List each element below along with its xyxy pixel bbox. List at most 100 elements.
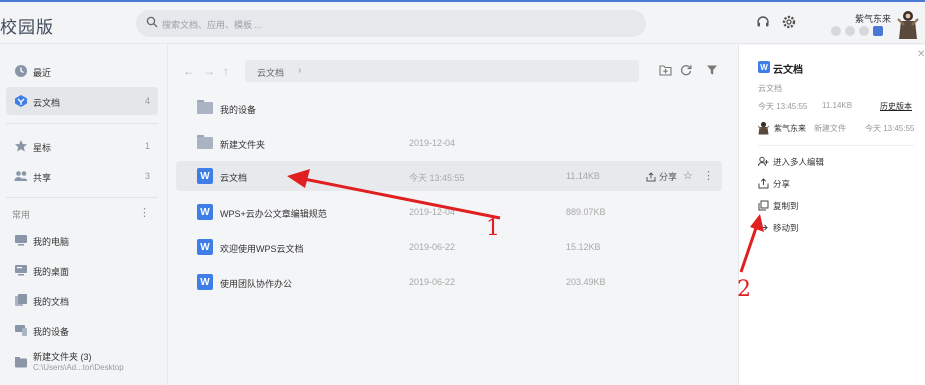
sidebar-item-label: 星标 [33, 143, 52, 153]
search-box[interactable]: 搜索文档、应用、模板 ... [136, 10, 646, 37]
top-bar: 校园版 搜索文档、应用、模板 ... 紫气东来 [0, 2, 925, 44]
file-date: 2019-06-22 [409, 277, 456, 287]
file-size: 11.14KB [566, 171, 600, 181]
file-row[interactable]: W 欢迎使用WPS云文档 2019-06-22 15.12KB [176, 232, 722, 262]
share-icon [646, 171, 656, 181]
share-users-icon [14, 169, 28, 183]
user-name[interactable]: 紫气东来 [855, 12, 891, 25]
back-arrow-icon[interactable]: ← [183, 64, 195, 78]
multi-edit-icon [758, 156, 769, 167]
file-date: 今天 13:45:55 [409, 173, 465, 183]
divider [758, 145, 914, 146]
gear-icon[interactable] [782, 15, 796, 31]
file-row[interactable]: 新建文件夹 2019-12-04 [176, 128, 722, 158]
sidebar-item-count: 3 [144, 171, 150, 181]
sidebar-item-my-desktop[interactable]: 我的桌面 [6, 256, 158, 284]
new-folder-icon[interactable] [659, 64, 672, 78]
share-label: 分享 [659, 172, 678, 182]
move-icon [758, 222, 769, 233]
copy-icon [758, 200, 769, 211]
desktop-icon [14, 263, 28, 277]
folder-icon [197, 135, 213, 151]
file-list-area: ← → ↑ 云文档 › 我的设备 新建文件夹 2019-12-04 W 云文档 … [169, 45, 737, 385]
file-name: 云文档 [220, 173, 248, 183]
sidebar-item-label: 我的电脑 [33, 237, 70, 247]
avatar [757, 121, 770, 135]
badge-icon [873, 26, 883, 36]
file-name: 欢迎使用WPS云文档 [220, 244, 304, 254]
panel-size: 11.14KB [822, 101, 853, 110]
badge-icon [845, 26, 855, 36]
headset-icon[interactable] [756, 15, 770, 31]
file-size: 203.49KB [566, 277, 606, 287]
search-placeholder: 搜索文档、应用、模板 ... [162, 20, 263, 30]
member-badges [831, 26, 883, 36]
folder-icon [14, 355, 28, 369]
sidebar-item-new-folder[interactable]: 新建文件夹 (3) [6, 345, 158, 377]
file-name: 使用团队协作办公 [220, 279, 293, 289]
divider [6, 123, 158, 124]
file-row[interactable]: W 使用团队协作办公 2019-06-22 203.49KB [176, 267, 722, 297]
filter-icon[interactable] [706, 64, 718, 78]
star-outline-icon[interactable]: ☆ [683, 169, 693, 182]
doc-icon: W [197, 274, 213, 290]
forward-arrow-icon[interactable]: → [203, 64, 215, 78]
more-icon[interactable]: ⋮ [703, 169, 714, 182]
share-button[interactable]: 分享 [646, 170, 677, 183]
panel-modified: 今天 13:45:55 [758, 102, 808, 111]
panel-location[interactable]: 云文档 [758, 83, 782, 94]
file-date: 2019-12-04 [409, 138, 456, 148]
sidebar-item-label: 我的桌面 [33, 267, 70, 277]
device-folder-icon [197, 100, 213, 116]
divider [6, 197, 158, 198]
breadcrumb[interactable]: 云文档 › [245, 60, 639, 82]
sidebar-item-label: 共享 [33, 173, 52, 183]
file-row[interactable]: W WPS+云办公文章编辑规范 2019-12-04 889.07KB [176, 197, 722, 227]
badge-icon [831, 26, 841, 36]
nav-arrows: ← → ↑ [183, 64, 229, 78]
menu-label: 复制到 [773, 201, 799, 211]
sidebar-item-cloud-docs[interactable]: 云文档 4 [6, 87, 158, 115]
file-size: 15.12KB [566, 242, 601, 252]
sidebar-item-count: 4 [144, 96, 150, 106]
panel-title: 云文档 [773, 65, 803, 76]
sidebar-item-label: 我的设备 [33, 327, 70, 337]
sidebar-item-my-computer[interactable]: 我的电脑 [6, 226, 158, 254]
file-row-selected[interactable]: W 云文档 今天 13:45:55 11.14KB 分享 ☆ ⋮ [176, 161, 722, 191]
detail-panel: ✕ W 云文档 云文档 今天 13:45:55 11.14KB 历史版本 紫气东… [738, 45, 925, 385]
badge-icon [859, 26, 869, 36]
sidebar-item-shared[interactable]: 共享 3 [6, 162, 158, 190]
documents-icon [14, 293, 28, 307]
menu-label: 进入多人编辑 [773, 157, 825, 167]
menu-label: 分享 [773, 179, 791, 189]
breadcrumb-item[interactable]: 云文档 [257, 66, 284, 79]
sidebar-item-my-documents[interactable]: 我的文档 [6, 286, 158, 314]
panel-time: 今天 13:45:55 [865, 124, 915, 133]
file-name: 我的设备 [220, 105, 257, 115]
folder-path: C:\Users\Ad...tor\Desktop [33, 363, 124, 372]
annotation-label-1: 1 [486, 216, 500, 241]
clock-icon [14, 64, 28, 78]
section-title: 常用 [12, 210, 31, 220]
up-arrow-icon[interactable]: ↑ [223, 64, 229, 78]
sidebar-item-recent[interactable]: 最近 [6, 57, 158, 85]
refresh-icon[interactable] [680, 64, 692, 78]
avatar[interactable] [897, 9, 919, 41]
share-icon [758, 178, 769, 189]
sidebar-item-my-devices[interactable]: 我的设备 [6, 316, 158, 344]
brand-title: 校园版 [0, 18, 54, 37]
device-icon [14, 323, 28, 337]
file-row[interactable]: 我的设备 [176, 93, 722, 123]
file-date: 2019-12-04 [409, 207, 456, 217]
history-version-link[interactable]: 历史版本 [880, 101, 912, 112]
annotation-label-2: 2 [737, 277, 751, 302]
sidebar-item-count: 1 [144, 141, 150, 151]
doc-icon: W [197, 204, 213, 220]
section-more-icon[interactable]: ⋮ [139, 206, 150, 219]
file-name: WPS+云办公文章编辑规范 [220, 209, 327, 219]
close-icon[interactable]: ✕ [917, 49, 925, 60]
panel-user: 紫气东来 [774, 124, 806, 133]
file-size: 889.07KB [566, 207, 606, 217]
sidebar-item-starred[interactable]: 星标 1 [6, 132, 158, 160]
star-icon [14, 139, 28, 153]
